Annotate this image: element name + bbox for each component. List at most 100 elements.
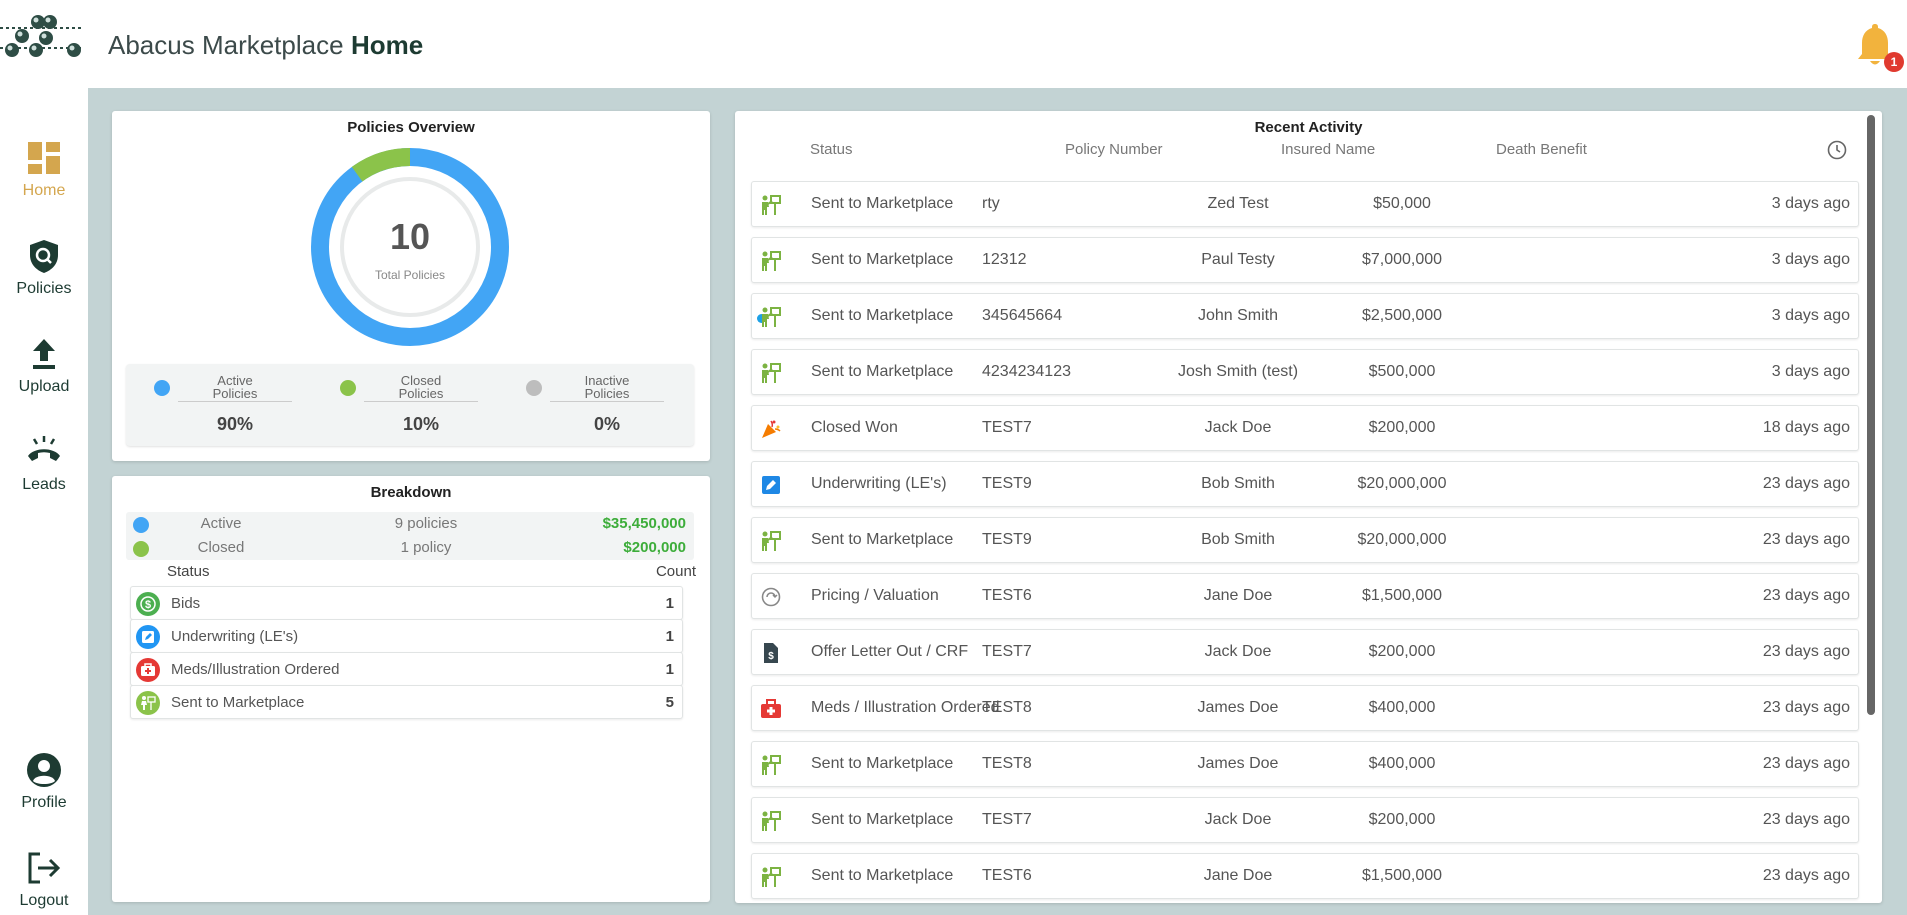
column-header-status[interactable]: Status [810,141,853,158]
sidebar-item-label: Profile [21,794,67,811]
table-row[interactable]: Sent to Marketplace TEST9 Bob Smith $20,000… [751,517,1859,563]
activity-status: Sent to Marketplace [811,363,954,380]
death-benefit: $1,500,000 [1361,587,1443,604]
marketplace-icon [760,362,782,384]
app-brand: Abacus Marketplace [108,30,344,60]
table-row[interactable]: Closed Won TEST7 Jack Doe $200,000 18 days a… [751,405,1859,451]
activity-time: 3 days ago [1771,251,1850,268]
insured-name: Jack Doe [1204,419,1272,436]
marketplace-icon [760,194,782,216]
policy-number: TEST7 [982,643,1032,660]
marketplace-icon [136,691,160,715]
column-header-death-benefit[interactable]: Death Benefit [1496,141,1587,158]
edit-icon [136,625,160,649]
activity-time: 18 days ago [1762,419,1850,436]
activity-time: 23 days ago [1762,811,1850,828]
top-header: Abacus Marketplace Home 1 [0,0,1907,88]
table-row[interactable]: Pricing / Valuation TEST6 Jane Doe $1,500,0… [751,573,1859,619]
activity-time: 3 days ago [1771,307,1850,324]
policies-overview-card: Policies Overview 10 Total Policies Acti… [112,111,710,461]
marketplace-icon [760,530,782,552]
clock-icon[interactable] [1827,140,1847,160]
policy-number: TEST6 [982,867,1032,884]
summary-amount: $200,000 [623,539,686,556]
total-policies-label: Total Policies [375,268,445,282]
activity-status: Sent to Marketplace [811,531,954,548]
document-dollar-icon: $ [760,642,782,664]
medical-kit-icon [760,698,782,720]
table-row[interactable]: Meds / Illustration Ordered TEST8 James Do… [751,685,1859,731]
sidebar-item-home[interactable]: Home [0,140,88,200]
svg-text:$: $ [145,599,151,611]
table-row[interactable]: Sent to Marketplace TEST6 Jane Doe $1,500,0… [751,853,1859,899]
svg-text:$: $ [768,651,774,662]
summary-count: 1 policy [400,539,452,556]
abacus-logo-icon[interactable] [0,12,90,62]
list-item[interactable]: Underwriting (LE's) 1 [130,619,683,653]
stat-active: Active Policies 90% [152,372,292,435]
table-row[interactable]: Sent to Marketplace TEST8 James Doe $400,00… [751,741,1859,787]
count-column-header: Count [655,563,696,580]
sidebar-item-logout[interactable]: Logout [0,850,88,910]
sidebar-item-label: Policies [16,280,72,297]
activity-time: 23 days ago [1762,867,1850,884]
sidebar-item-policies[interactable]: Policies [0,238,88,298]
activity-time: 23 days ago [1762,475,1850,492]
activity-time: 23 days ago [1762,699,1850,716]
main-content: Policies Overview 10 Total Policies Acti… [88,88,1907,915]
activity-time: 3 days ago [1771,195,1850,212]
insured-name: John Smith [1197,307,1279,324]
table-row[interactable]: Sent to Marketplace 4234234123 Josh Smith … [751,349,1859,395]
column-header-policy-number[interactable]: Policy Number [1065,141,1163,158]
activity-status: Pricing / Valuation [811,587,939,604]
list-item[interactable]: Meds/Illustration Ordered 1 [130,652,683,686]
table-row[interactable]: Sent to Marketplace 12312 Paul Testy $7,000… [751,237,1859,283]
death-benefit: $400,000 [1368,755,1436,772]
insured-name: Zed Test [1207,195,1269,212]
death-benefit: $200,000 [1368,811,1436,828]
table-row[interactable]: Sent to Marketplace TEST7 Jack Doe $200,000… [751,797,1859,843]
death-benefit: $500,000 [1368,363,1436,380]
activity-time: 3 days ago [1771,363,1850,380]
activity-scrollbar[interactable] [1867,115,1875,715]
death-benefit: $50,000 [1373,195,1431,212]
death-benefit: $20,000,000 [1357,531,1447,548]
policy-number: rty [982,195,1000,212]
status-count: 1 [665,595,674,612]
insured-name: James Doe [1197,699,1279,716]
status-breakdown-list: $ Bids 1 Underwriting (LE's) 1 Meds/Illu… [126,586,694,719]
insured-name: Josh Smith (test) [1177,363,1299,380]
status-name: Underwriting (LE's) [171,628,299,645]
policy-number: TEST7 [982,811,1032,828]
activity-status: Sent to Marketplace [811,811,954,828]
summary-name: Closed [197,539,245,556]
table-row[interactable]: Underwriting (LE's) TEST9 Bob Smith $20,000… [751,461,1859,507]
status-name: Sent to Marketplace [171,694,305,711]
stat-label: Closed Policies [364,372,478,402]
medical-kit-icon [136,658,160,682]
insured-name: Bob Smith [1201,475,1275,492]
sidebar-item-upload[interactable]: Upload [0,336,88,396]
stat-percent: 10% [402,414,440,434]
table-row[interactable]: Sent to Marketplace 345645664 John Smith $2… [751,293,1859,339]
policy-search-icon [30,240,58,273]
list-item[interactable]: $ Bids 1 [130,586,683,620]
sidebar-item-label: Leads [22,476,66,493]
marketplace-icon [760,250,782,272]
column-header-insured-name[interactable]: Insured Name [1281,141,1375,158]
policy-number: 4234234123 [982,363,1071,380]
party-popper-icon [760,418,782,440]
death-benefit: $200,000 [1368,643,1436,660]
summary-row-active: Active 9 policies $35,450,000 [126,512,694,536]
table-row[interactable]: Sent to Marketplace rty Zed Test $50,000 3 d… [751,181,1859,227]
list-item[interactable]: Sent to Marketplace 5 [130,685,683,719]
sidebar-item-profile[interactable]: Profile [0,752,88,812]
activity-status: Sent to Marketplace [811,195,954,212]
table-row[interactable]: $ Offer Letter Out / CRF TEST7 Jack Doe $200… [751,629,1859,675]
death-benefit: $2,500,000 [1361,307,1443,324]
status-name: Meds/Illustration Ordered [171,661,340,678]
sidebar-item-leads[interactable]: Leads [0,434,88,494]
breakdown-card: Breakdown Active 9 policies $35,450,000 … [112,476,710,902]
stat-percent: 90% [216,414,254,434]
sidebar-item-label: Logout [19,892,69,909]
